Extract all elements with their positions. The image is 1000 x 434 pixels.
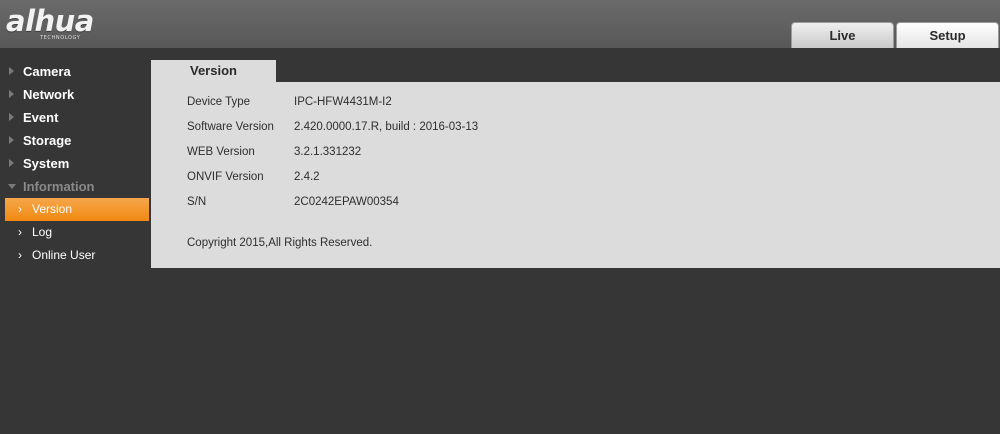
- collapsed-arrow-icon: [9, 113, 14, 121]
- sidebar-subitem-version[interactable]: › Version: [5, 198, 149, 221]
- sidebar-item-label: System: [23, 156, 70, 171]
- sidebar-item-event[interactable]: Event: [0, 106, 150, 129]
- sidebar-item-label: Information: [23, 179, 95, 194]
- sidebar-subitem-label: Online User: [32, 248, 96, 262]
- info-value: 3.2.1.331232: [294, 146, 362, 158]
- chevron-right-icon: ›: [18, 202, 22, 216]
- sidebar-item-camera[interactable]: Camera: [0, 60, 150, 83]
- sidebar-subitem-online-user[interactable]: › Online User: [0, 244, 150, 267]
- sidebar-item-label: Network: [23, 87, 75, 102]
- tab-setup[interactable]: Setup: [896, 22, 999, 48]
- dahua-logo: alhua TECHNOLOGY: [6, 4, 124, 44]
- sidebar-menu: Camera Network Event Storage System Info…: [0, 60, 150, 267]
- collapsed-arrow-icon: [9, 90, 14, 98]
- sidebar-subitem-label: Log: [32, 225, 53, 239]
- chevron-right-icon: ›: [18, 225, 22, 239]
- expanded-arrow-icon: [8, 184, 16, 189]
- sidebar-subitem-label: Version: [32, 202, 73, 216]
- logo-wordmark: alhua: [6, 4, 94, 38]
- sidebar-item-system[interactable]: System: [0, 152, 150, 175]
- sidebar-item-label: Storage: [23, 133, 72, 148]
- collapsed-arrow-icon: [9, 67, 14, 75]
- version-panel: Device Type IPC-HFW4431M-I2 Software Ver…: [151, 82, 1000, 268]
- sidebar-subitem-log[interactable]: › Log: [0, 221, 150, 244]
- collapsed-arrow-icon: [9, 136, 14, 144]
- sidebar-item-network[interactable]: Network: [0, 83, 150, 106]
- info-label: WEB Version: [187, 146, 255, 158]
- sidebar-item-storage[interactable]: Storage: [0, 129, 150, 152]
- sidebar-item-label: Event: [23, 110, 59, 125]
- info-label: Device Type: [187, 96, 251, 108]
- info-value: 2.4.2: [294, 171, 320, 183]
- logo-tagline: TECHNOLOGY: [40, 35, 81, 41]
- sidebar-item-label: Camera: [23, 64, 71, 79]
- header-bar: alhua TECHNOLOGY Live Setup: [0, 0, 1000, 48]
- info-label: Software Version: [187, 121, 274, 133]
- sidebar-item-information[interactable]: Information: [0, 175, 150, 198]
- info-value: IPC-HFW4431M-I2: [294, 96, 392, 108]
- info-value: 2C0242EPAW00354: [294, 196, 399, 208]
- info-value: 2.420.0000.17.R, build : 2016-03-13: [294, 121, 479, 133]
- collapsed-arrow-icon: [9, 159, 14, 167]
- tab-version[interactable]: Version: [151, 60, 276, 83]
- info-label: S/N: [187, 196, 207, 208]
- info-label: ONVIF Version: [187, 171, 264, 183]
- chevron-right-icon: ›: [18, 248, 22, 262]
- copyright-text: Copyright 2015,All Rights Reserved.: [187, 237, 373, 249]
- tab-live[interactable]: Live: [791, 22, 894, 48]
